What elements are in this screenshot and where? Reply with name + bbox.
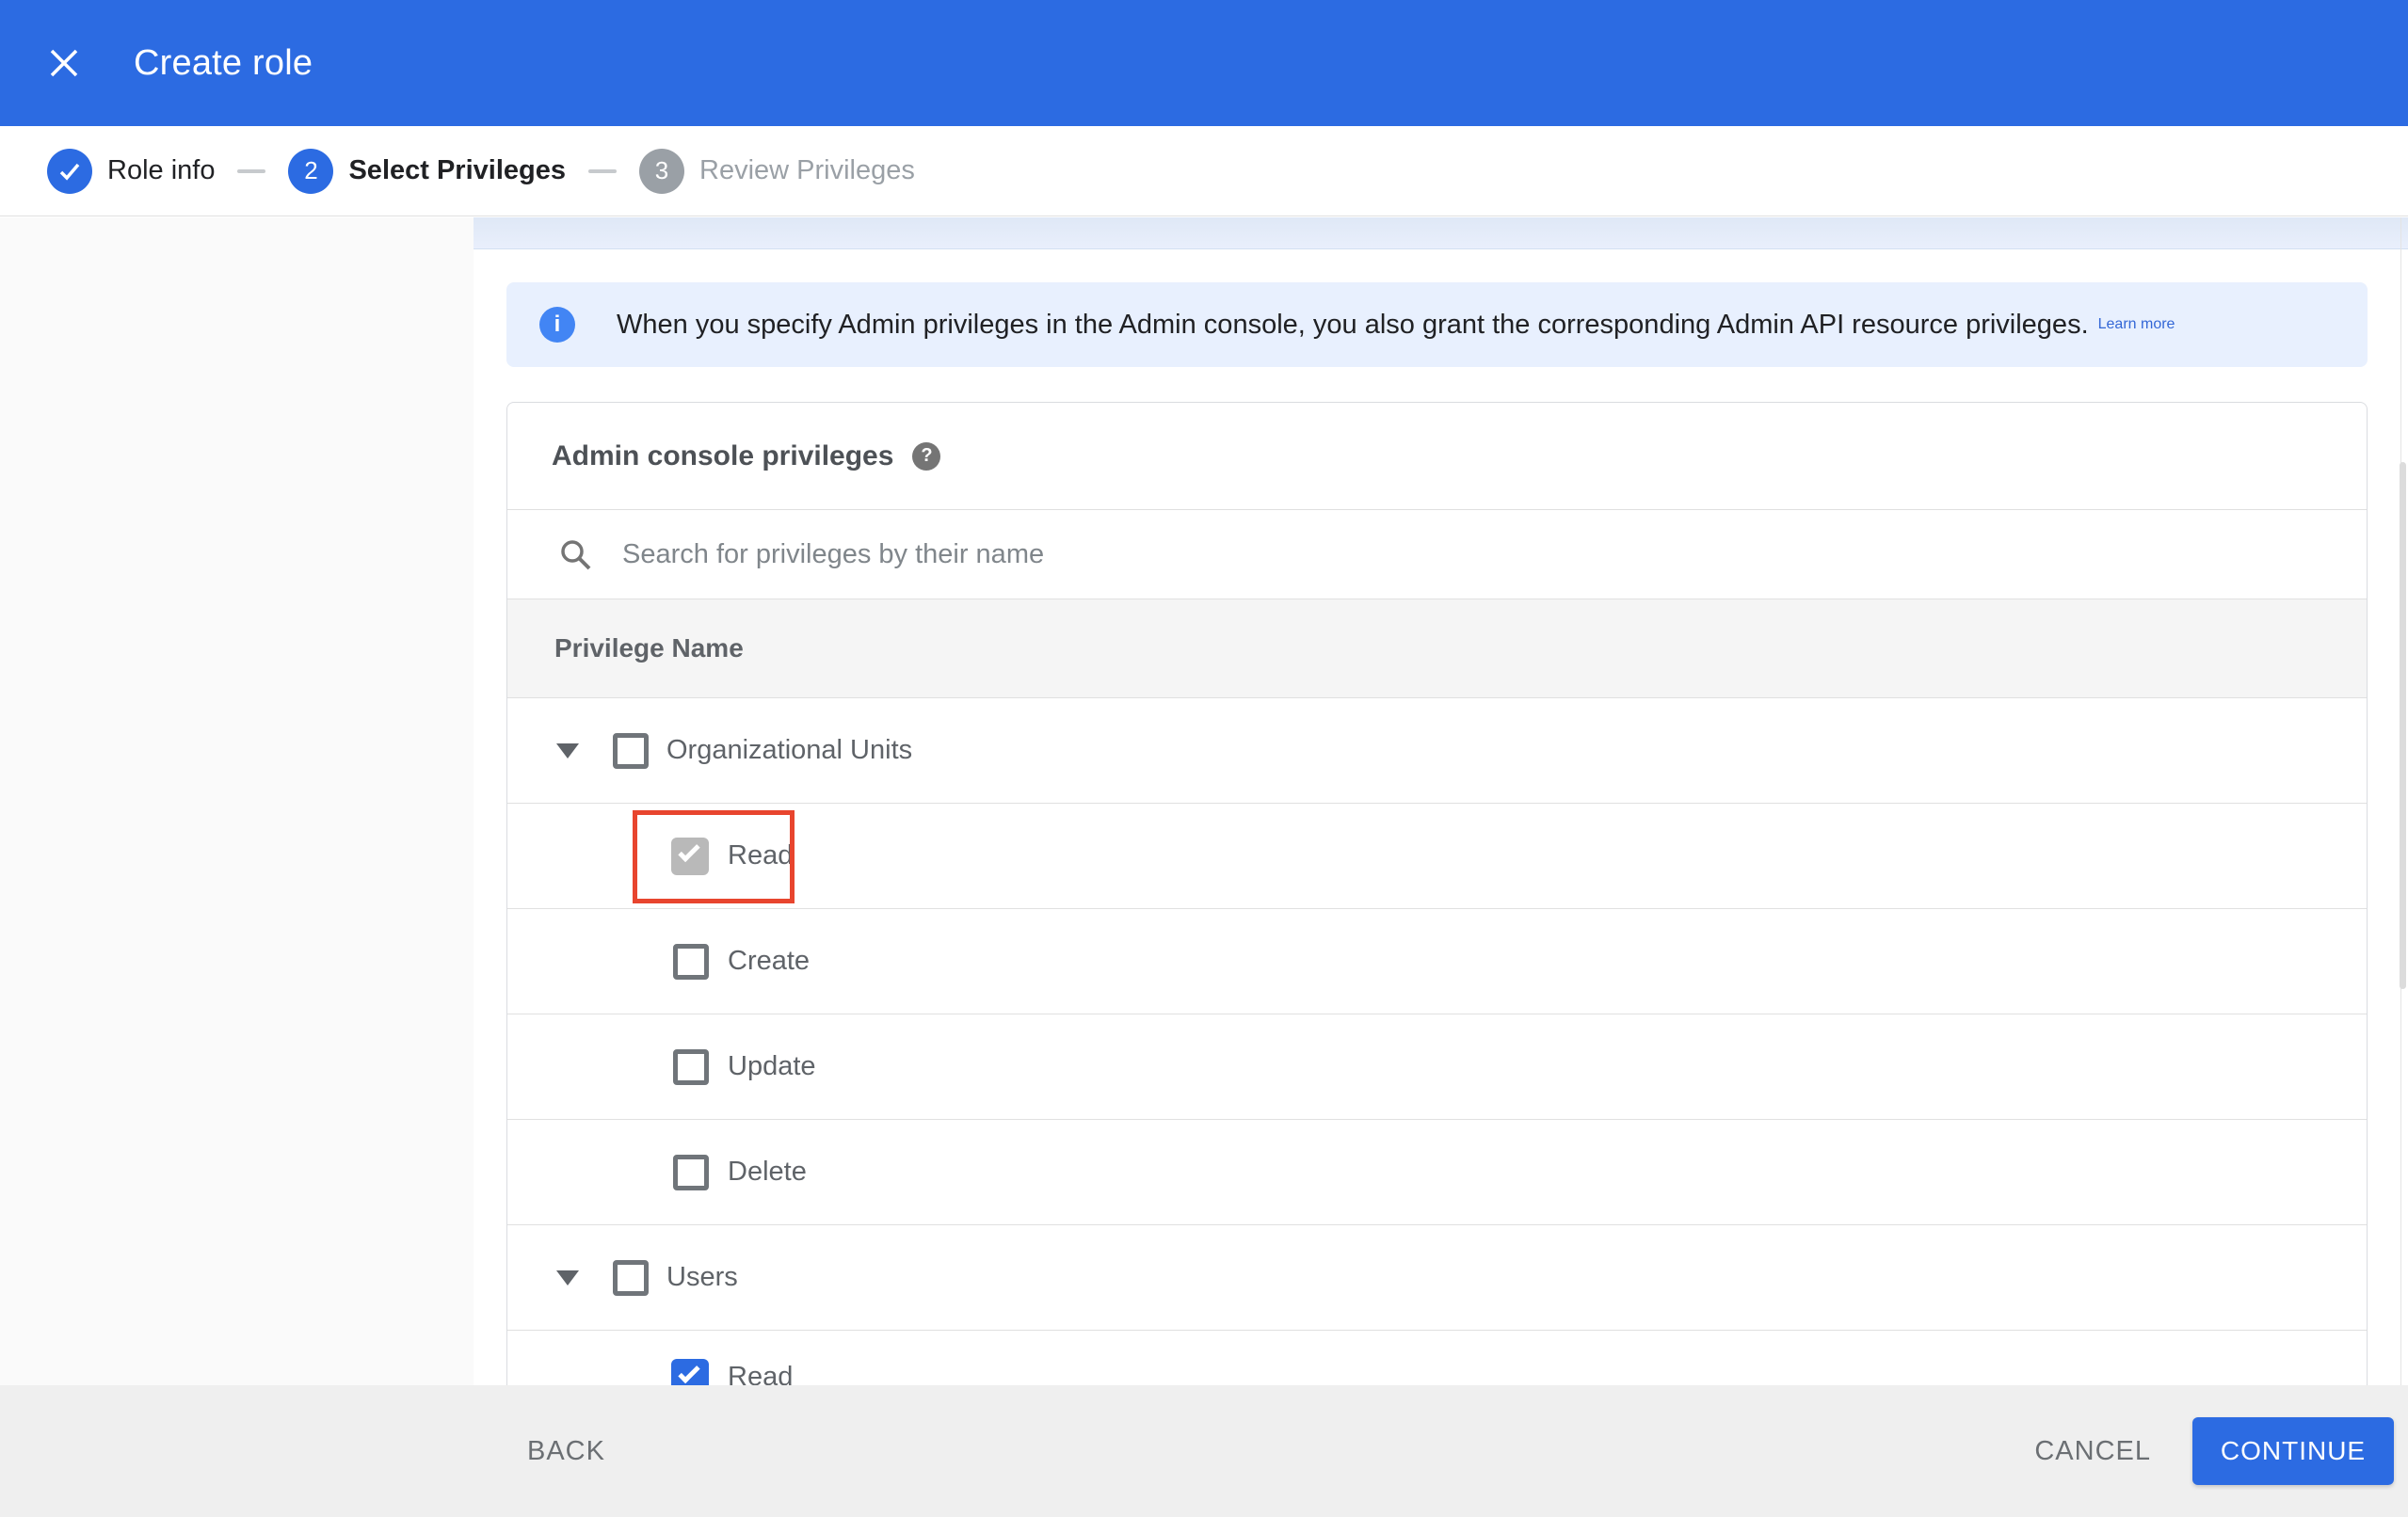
row-label: Users	[666, 1262, 738, 1292]
users-read-checkbox-checked[interactable]	[671, 1359, 709, 1385]
table-column-header: Privilege Name	[507, 599, 2367, 698]
search-icon	[561, 540, 591, 570]
help-icon[interactable]: ?	[912, 441, 941, 471]
privilege-row-delete: Delete	[507, 1120, 2367, 1225]
step-number-3: 3	[639, 148, 684, 194]
privilege-row-users-read: Read	[507, 1331, 2367, 1385]
stepper: Role info 2 Select Privileges 3 Review P…	[0, 126, 2408, 216]
users-checkbox[interactable]	[613, 1260, 649, 1296]
privilege-row-update: Update	[507, 1014, 2367, 1120]
footer-bar: BACK CANCEL CONTINUE	[0, 1385, 2408, 1517]
step-number-2: 2	[288, 148, 334, 194]
update-checkbox[interactable]	[673, 1049, 709, 1085]
info-icon: i	[539, 307, 575, 343]
step-divider	[237, 168, 266, 173]
admin-privileges-card: Admin console privileges ? Privilege Nam…	[506, 402, 2368, 1385]
check-icon	[678, 1361, 700, 1384]
continue-button[interactable]: CONTINUE	[2192, 1417, 2394, 1485]
close-icon[interactable]	[36, 35, 92, 91]
row-label: Update	[728, 1051, 816, 1081]
row-label: Delete	[728, 1157, 807, 1187]
create-checkbox[interactable]	[673, 944, 709, 980]
read-checkbox-checked-disabled[interactable]	[671, 838, 709, 875]
step-review-privileges: 3 Review Privileges	[639, 148, 915, 194]
row-label: Create	[728, 946, 811, 976]
card-header: Admin console privileges ?	[507, 403, 2367, 509]
back-button[interactable]: BACK	[527, 1436, 605, 1467]
card-title: Admin console privileges	[552, 439, 894, 471]
step-label-review-privileges: Review Privileges	[699, 155, 915, 185]
content-panel: i When you specify Admin privileges in t…	[474, 217, 2408, 1385]
privilege-row-users: Users	[507, 1225, 2367, 1331]
row-label: Read	[728, 840, 794, 870]
privilege-search-row	[507, 509, 2367, 599]
cancel-button[interactable]: CANCEL	[2034, 1436, 2151, 1467]
collapse-arrow-icon[interactable]	[556, 743, 579, 758]
learn-more-link[interactable]: Learn more	[2098, 316, 2175, 333]
privilege-row-read: Read	[507, 804, 2367, 909]
app-bar: Create role	[0, 0, 2408, 126]
step-select-privileges[interactable]: 2 Select Privileges	[288, 148, 566, 194]
privilege-row-organizational-units: Organizational Units	[507, 698, 2367, 804]
row-label: Read	[728, 1362, 794, 1385]
privilege-row-create: Create	[507, 909, 2367, 1014]
scrolled-section-edge	[474, 217, 2408, 249]
privilege-name-header: Privilege Name	[554, 633, 744, 663]
banner-text: When you specify Admin privileges in the…	[617, 309, 2089, 340]
step-role-info[interactable]: Role info	[47, 148, 216, 194]
step-complete-check-icon	[47, 148, 92, 194]
step-divider	[588, 168, 617, 173]
search-input[interactable]	[622, 538, 2034, 570]
step-label-select-privileges: Select Privileges	[348, 155, 566, 185]
dialog-title: Create role	[134, 42, 313, 83]
check-icon	[678, 839, 700, 863]
organizational-units-checkbox[interactable]	[613, 733, 649, 769]
row-label: Organizational Units	[666, 735, 913, 765]
content-area: i When you specify Admin privileges in t…	[0, 217, 2408, 1385]
collapse-arrow-icon[interactable]	[556, 1270, 579, 1285]
info-banner: i When you specify Admin privileges in t…	[506, 282, 2368, 367]
delete-checkbox[interactable]	[673, 1155, 709, 1190]
vertical-scrollbar[interactable]	[2400, 462, 2406, 989]
step-label-role-info: Role info	[107, 155, 216, 185]
